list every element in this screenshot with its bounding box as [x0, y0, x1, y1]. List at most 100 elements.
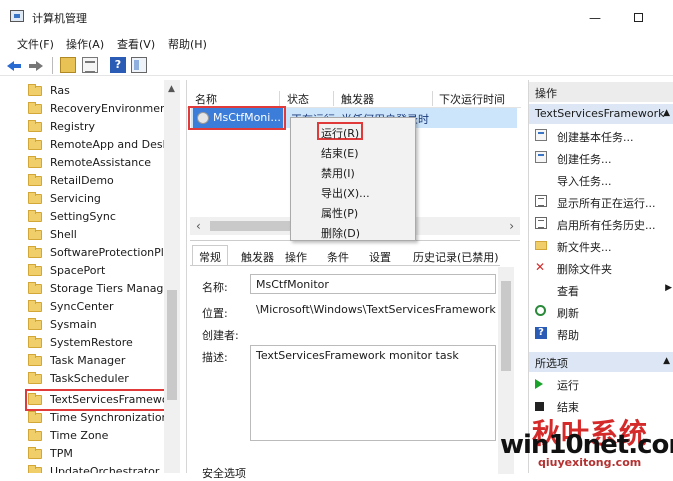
refresh-icon [535, 305, 546, 316]
folder-icon [28, 300, 42, 312]
back-arrow-icon[interactable] [6, 57, 22, 73]
task-list-header: 名称 状态 触发器 下次运行时间 [187, 88, 521, 108]
column-next-run[interactable]: 下次运行时间 [439, 91, 505, 107]
context-properties[interactable]: 属性(P) [321, 205, 358, 221]
selected-folder-highlight [25, 389, 170, 411]
show-list-icon[interactable] [82, 57, 98, 73]
action-new-folder[interactable]: 新文件夹... [529, 236, 673, 256]
tab-actions[interactable]: 操作 [278, 245, 314, 265]
task-highlight [188, 106, 286, 130]
menu-action[interactable]: 操作(A) [66, 36, 104, 52]
column-trigger[interactable]: 触发器 [341, 91, 374, 107]
scroll-up-icon[interactable]: ▲ [168, 84, 175, 94]
tab-history[interactable]: 历史记录(已禁用) [406, 245, 506, 265]
action-create-task[interactable]: 创建任务... [529, 148, 673, 168]
scroll-left-icon[interactable]: ‹ [196, 219, 201, 233]
tree-scrollbar[interactable]: ▲ [164, 80, 180, 473]
tree-item[interactable]: SpacePort [28, 262, 178, 280]
actions-header: 操作 [529, 82, 673, 102]
help-icon: ? [535, 327, 547, 339]
tab-conditions[interactable]: 条件 [320, 245, 356, 265]
context-run[interactable]: 运行(R) [321, 125, 359, 141]
menu-view[interactable]: 查看(V) [117, 36, 155, 52]
tree-item[interactable]: Time Synchronization [28, 409, 178, 427]
name-label: 名称: [202, 281, 228, 294]
context-delete[interactable]: 删除(D) [321, 225, 360, 241]
folder-icon [28, 84, 42, 96]
forward-arrow-icon[interactable] [28, 57, 44, 73]
folder-icon [28, 429, 42, 441]
maximize-button[interactable] [621, 8, 661, 28]
run-play-icon [535, 379, 543, 389]
scroll-thumb[interactable] [501, 281, 511, 371]
action-import-task[interactable]: 导入任务... [529, 170, 673, 190]
actions-group-folder[interactable]: TextServicesFramework ▲ [529, 104, 673, 124]
folder-icon [28, 246, 42, 258]
tab-general[interactable]: 常规 [192, 245, 228, 265]
action-refresh[interactable]: 刷新 [529, 302, 673, 322]
folder-icon [28, 318, 42, 330]
tree-item[interactable]: SyncCenter [28, 298, 178, 316]
action-show-running[interactable]: 显示所有正在运行... [529, 192, 673, 212]
column-name[interactable]: 名称 [195, 91, 217, 107]
tab-divider [190, 265, 500, 266]
tree-item[interactable]: Shell [28, 226, 178, 244]
action-run[interactable]: 运行 [529, 374, 673, 394]
tree-item[interactable]: SettingSync [28, 208, 178, 226]
navigation-tree: Ras RecoveryEnvironment Registry RemoteA… [20, 80, 180, 473]
tree-item[interactable]: RecoveryEnvironment [28, 100, 178, 118]
help-icon[interactable]: ? [110, 57, 126, 73]
actions-group-label: TextServicesFramework [535, 107, 665, 120]
tree-item[interactable]: Ras [28, 82, 178, 100]
up-folder-icon[interactable] [60, 57, 76, 73]
tree-item[interactable]: Registry [28, 118, 178, 136]
column-divider [333, 91, 334, 106]
context-end[interactable]: 结束(E) [321, 145, 359, 161]
actions-group-selected[interactable]: 所选项 ▲ [529, 352, 673, 372]
folder-icon [28, 354, 42, 366]
tree-item[interactable]: Servicing [28, 190, 178, 208]
scroll-right-icon[interactable]: › [509, 219, 514, 233]
folder-icon [28, 156, 42, 168]
action-help[interactable]: ? 帮助 [529, 324, 673, 344]
collapse-up-icon[interactable]: ▲ [663, 108, 670, 118]
tree-item[interactable]: TPM [28, 445, 178, 463]
menu-help[interactable]: 帮助(H) [168, 36, 207, 52]
column-status[interactable]: 状态 [287, 91, 309, 107]
folder-icon [28, 465, 42, 473]
collapse-up-icon[interactable]: ▲ [663, 356, 670, 366]
action-view[interactable]: 查看 ▶ [529, 280, 673, 300]
menu-file[interactable]: 文件(F) [17, 36, 54, 52]
tree-item[interactable]: Task Manager [28, 352, 178, 370]
tree-item[interactable]: UpdateOrchestrator [28, 463, 178, 473]
tree-item[interactable]: Time Zone [28, 427, 178, 445]
tree-item[interactable]: Sysmain [28, 316, 178, 334]
tab-settings[interactable]: 设置 [362, 245, 398, 265]
context-export[interactable]: 导出(X)... [321, 185, 370, 201]
folder-icon [28, 447, 42, 459]
column-divider [432, 91, 433, 106]
tree-item[interactable]: SystemRestore [28, 334, 178, 352]
maximize-icon [634, 13, 643, 22]
minimize-button[interactable]: — [575, 8, 615, 28]
tab-triggers[interactable]: 触发器 [234, 245, 281, 265]
computer-management-icon [10, 10, 24, 22]
folder-icon [28, 192, 42, 204]
tree-item[interactable]: Storage Tiers Management [28, 280, 178, 298]
tree-item[interactable]: RetailDemo [28, 172, 178, 190]
action-create-basic-task[interactable]: 创建基本任务... [529, 126, 673, 146]
show-pane-icon[interactable] [131, 57, 147, 73]
description-field[interactable]: TextServicesFramework monitor task [250, 345, 496, 441]
name-field[interactable]: MsCtfMonitor [250, 274, 496, 294]
tree-item[interactable]: TaskScheduler [28, 370, 178, 388]
scroll-thumb[interactable] [167, 290, 177, 400]
action-enable-history[interactable]: 启用所有任务历史... [529, 214, 673, 234]
context-disable[interactable]: 禁用(I) [321, 165, 355, 181]
tree-item[interactable]: RemoteApp and Desktop [28, 136, 178, 154]
basic-task-icon [535, 129, 547, 141]
tree-item[interactable]: RemoteAssistance [28, 154, 178, 172]
tree-item[interactable]: SoftwareProtectionPlatform [28, 244, 178, 262]
new-folder-icon [535, 241, 547, 250]
action-delete-folder[interactable]: ✕ 删除文件夹 [529, 258, 673, 278]
folder-icon [28, 282, 42, 294]
